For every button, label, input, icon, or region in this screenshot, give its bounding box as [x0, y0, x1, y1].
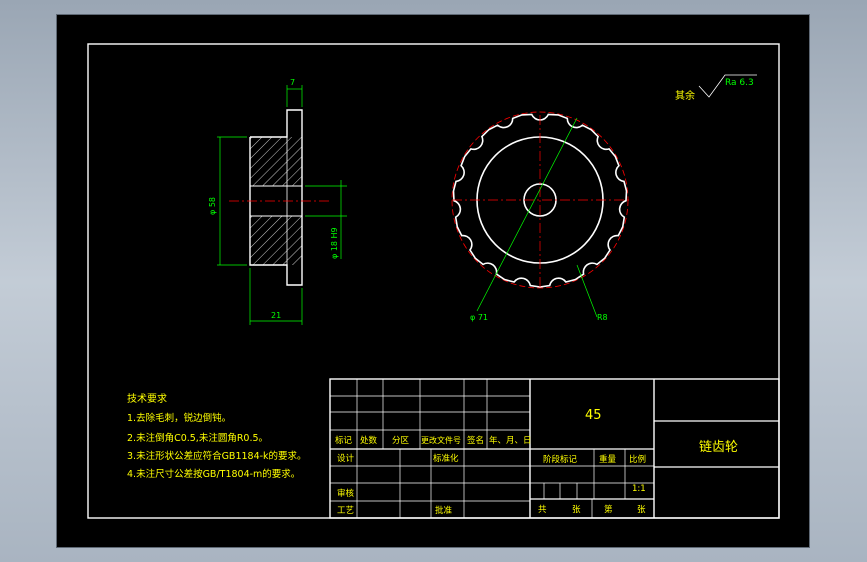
dim-tooth-radius: R8	[597, 313, 608, 322]
header-signature: 签名	[467, 435, 484, 446]
requirement-item-4: 4.未注尺寸公差按GB/T1804-m的要求。	[127, 468, 300, 480]
row-design: 设计	[337, 453, 355, 464]
header-change-doc: 更改文件号	[421, 435, 461, 445]
row-approve: 批准	[435, 505, 453, 516]
leader-tooth-radius	[576, 264, 598, 318]
row-review: 审核	[337, 488, 355, 499]
requirements-title: 技术要求	[127, 392, 167, 405]
requirement-item-3: 3.未注形状公差应符合GB1184-k的要求。	[127, 450, 307, 462]
dim-left-dia: φ 58	[208, 197, 217, 215]
material-value: 45	[585, 408, 602, 423]
dim-outer-dia: φ 71	[470, 313, 488, 322]
header-zone: 分区	[392, 436, 410, 446]
scale-value: 1:1	[632, 484, 646, 494]
dim-hub-dia: φ 18 H9	[330, 227, 339, 259]
section-hatch-bottom	[250, 216, 302, 265]
scale-label: 比例	[629, 454, 646, 465]
dim-total-width: 21	[271, 311, 281, 320]
sheet-total-suffix: 张	[572, 505, 581, 515]
requirement-item-1: 1.去除毛刺，锐边倒钝。	[127, 412, 231, 424]
requirement-item-2: 2.未注倒角C0.5,未注圆角R0.5。	[127, 432, 268, 444]
row-process: 工艺	[337, 506, 354, 516]
sheet-index-suffix: 张	[637, 505, 646, 515]
inner-border	[87, 43, 780, 519]
leader-outer-dia	[476, 117, 578, 312]
roughness-note: 其余 Ra 6.3	[675, 74, 757, 102]
header-mark: 标记	[335, 435, 353, 446]
technical-requirements: 技术要求 1.去除毛刺，锐边倒钝。 2.未注倒角C0.5,未注圆角R0.5。 3…	[127, 392, 307, 480]
dim-side-width: 7	[290, 78, 295, 87]
sheet-total-prefix: 共	[538, 505, 547, 515]
sheet-index-prefix: 第	[604, 504, 613, 515]
header-count: 处数	[360, 435, 378, 446]
drawing-frame: 7 φ 58 φ 18 H9 21 φ 71 R8 其余 Ra 6.3 技术要求…	[56, 14, 810, 548]
header-date: 年、月、日	[489, 435, 532, 446]
title-block-text: 45 链齿轮 标记 处数 分区 更改文件号 签名 年、月、日 设计 标准化 审核…	[335, 408, 738, 516]
sprocket-front-view: φ 71 R8	[451, 111, 629, 322]
section-hatch-top	[250, 137, 302, 186]
part-name: 链齿轮	[699, 440, 738, 455]
row-standard: 标准化	[433, 453, 459, 464]
cad-canvas: 7 φ 58 φ 18 H9 21 φ 71 R8 其余 Ra 6.3 技术要求…	[87, 43, 780, 519]
stage-label: 阶段标记	[543, 454, 578, 465]
side-section-view: 7 φ 58 φ 18 H9 21	[208, 78, 347, 325]
weight-label: 重量	[599, 454, 617, 465]
roughness-prefix: 其余	[675, 89, 695, 102]
roughness-value: Ra 6.3	[725, 78, 754, 88]
